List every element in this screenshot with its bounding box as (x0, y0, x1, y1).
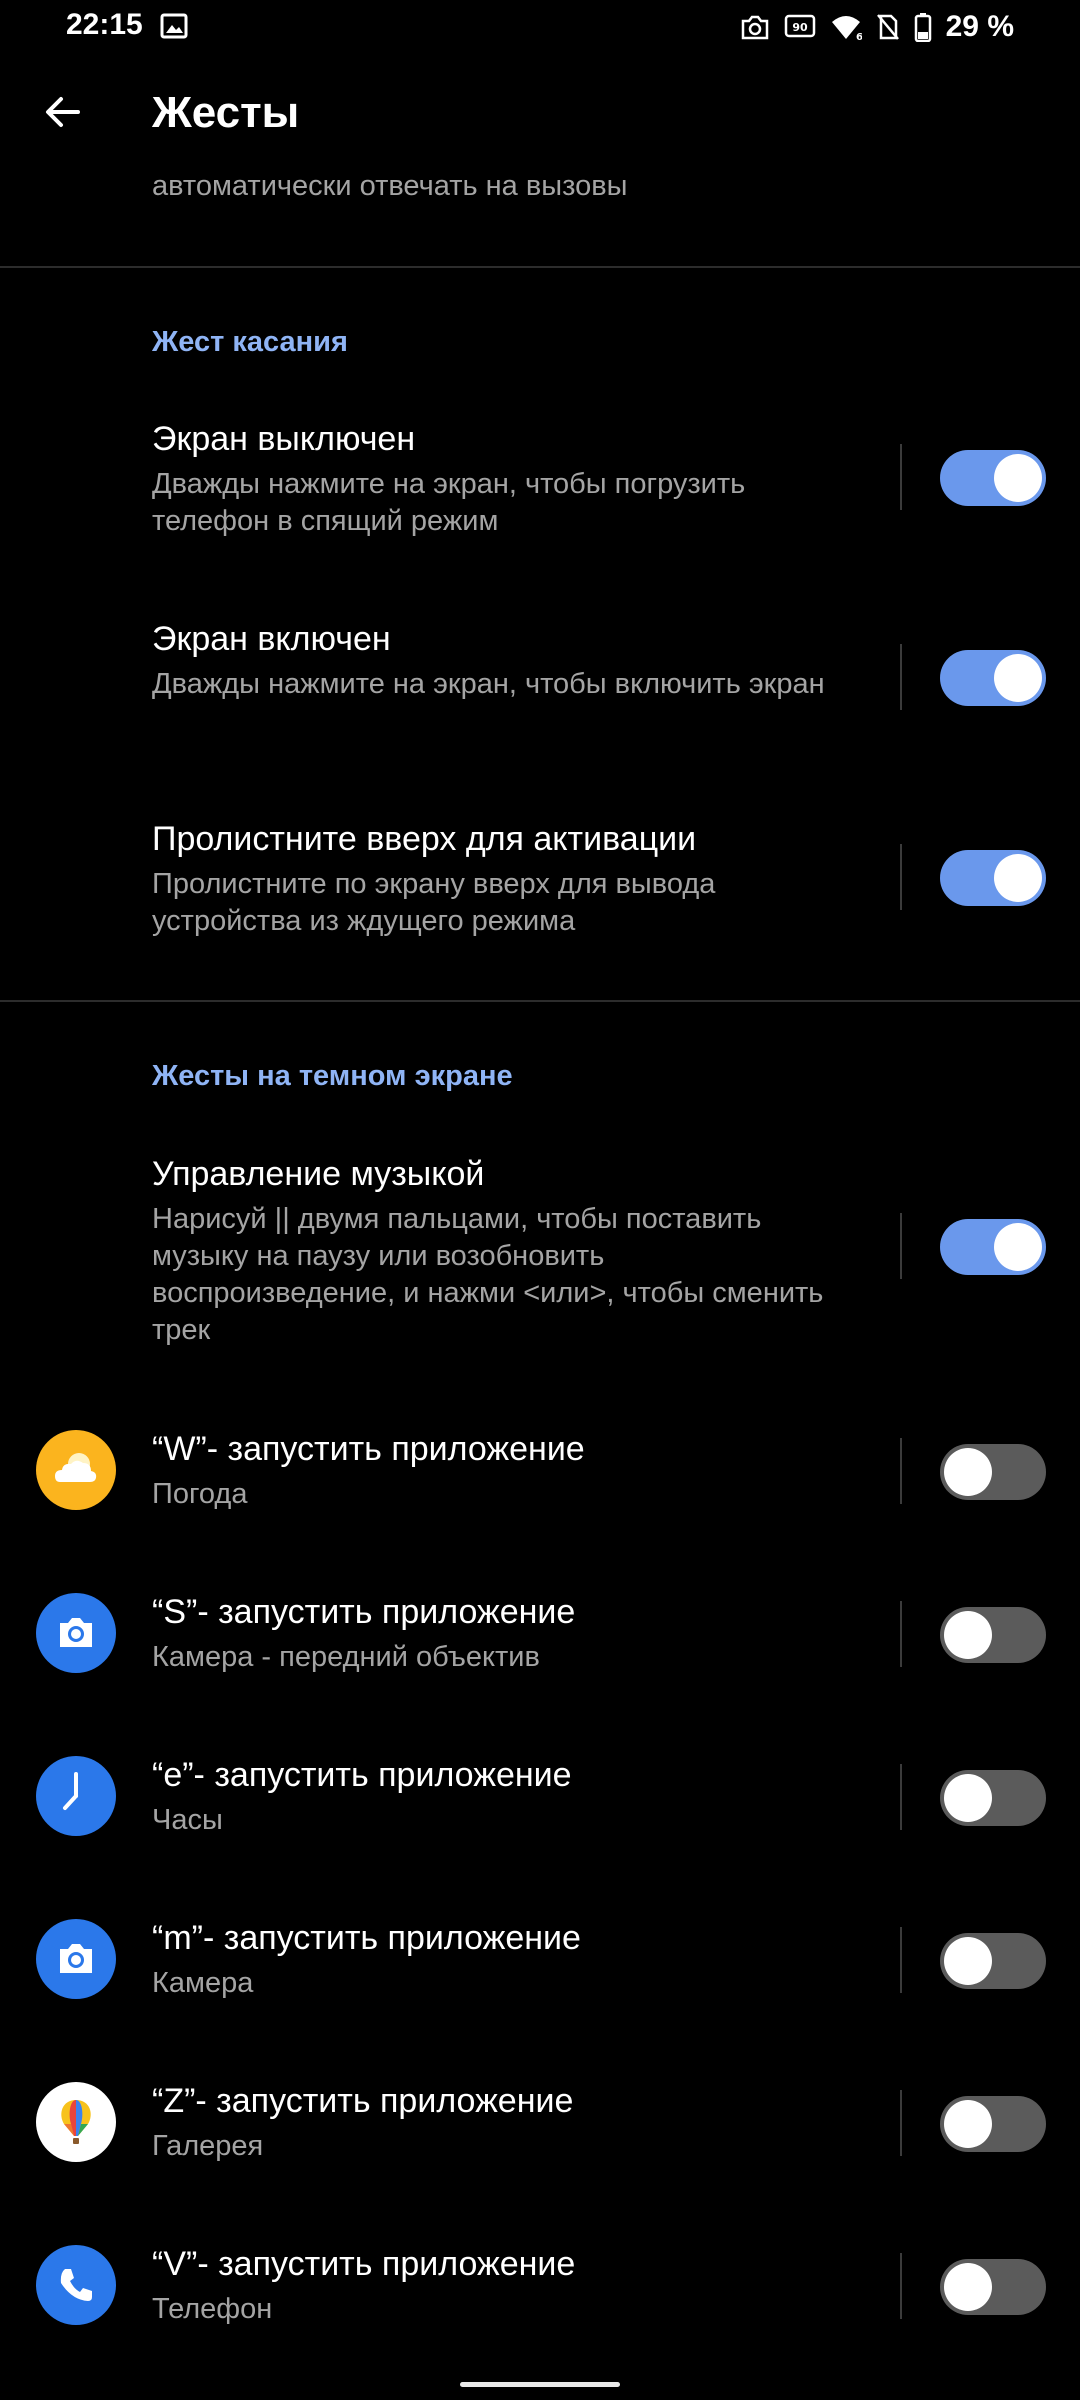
setting-title: “m”- запустить приложение (152, 1919, 581, 1957)
setting-title: “W”- запустить приложение (152, 1430, 585, 1468)
gesture-e-toggle[interactable] (940, 1770, 1046, 1826)
setting-row-screen-off[interactable]: Экран выключен Дважды нажмите на экран, … (0, 410, 1080, 570)
svg-text:90: 90 (792, 21, 808, 34)
back-button[interactable] (30, 80, 94, 144)
battery-percentage: 29 % (945, 10, 1014, 43)
gesture-z-toggle[interactable] (940, 2096, 1046, 2152)
previous-setting-summary: автоматически отвечать на вызовы (152, 170, 628, 202)
gesture-m-toggle[interactable] (940, 1933, 1046, 1989)
setting-summary: Пролистните по экрану вверх для вывода у… (152, 868, 716, 937)
row-divider (900, 1927, 902, 1993)
screenshot-icon (740, 13, 770, 41)
setting-summary: Телефон (152, 2293, 273, 2325)
row-divider (900, 1764, 902, 1830)
setting-title: “Z”- запустить приложение (152, 2082, 574, 2120)
row-divider (900, 2090, 902, 2156)
setting-row-swipe-up[interactable]: Пролистните вверх для активации Пролистн… (0, 810, 1080, 970)
section-header-touch-gesture: Жест касания (152, 326, 348, 358)
screen-off-toggle[interactable] (940, 450, 1046, 506)
screen-on-toggle[interactable] (940, 650, 1046, 706)
row-divider (900, 844, 902, 910)
setting-summary: Галерея (152, 2130, 264, 2162)
swipe-up-toggle[interactable] (940, 850, 1046, 906)
weather-icon (36, 1430, 116, 1510)
camera-icon (36, 1919, 116, 1999)
app-bar: Жесты (0, 70, 1080, 166)
home-indicator[interactable] (460, 2382, 620, 2387)
toggle-knob (994, 1223, 1042, 1271)
row-divider (900, 1213, 902, 1279)
page-title: Жесты (152, 88, 300, 137)
gesture-s-toggle[interactable] (940, 1607, 1046, 1663)
setting-title: Экран включен (152, 620, 391, 658)
phone-icon (36, 2245, 116, 2325)
toggle-knob (994, 454, 1042, 502)
gallery-balloon-icon (36, 2082, 116, 2162)
section-header-dark-screen-gestures: Жесты на темном экране (152, 1060, 513, 1092)
setting-row-gesture-v[interactable]: “V”- запустить приложение Телефон (0, 2229, 1080, 2349)
toggle-knob (994, 654, 1042, 702)
toggle-knob (944, 1611, 992, 1659)
music-control-toggle[interactable] (940, 1219, 1046, 1275)
setting-title: “S”- запустить приложение (152, 1593, 576, 1631)
setting-row-gesture-w[interactable]: “W”- запустить приложение Погода (0, 1414, 1080, 1534)
toggle-knob (944, 2100, 992, 2148)
toggle-knob (944, 1937, 992, 1985)
row-divider (900, 2253, 902, 2319)
setting-title: Управление музыкой (152, 1155, 485, 1193)
gallery-icon (160, 12, 188, 40)
setting-row-gesture-m[interactable]: “m”- запустить приложение Камера (0, 1903, 1080, 2023)
status-bar: 22:15 90 6 29 % (0, 0, 1080, 54)
status-icons: 90 6 29 % (740, 10, 1014, 44)
gesture-w-toggle[interactable] (940, 1444, 1046, 1500)
clock-icon (36, 1756, 116, 1836)
gestures-settings-screen: 22:15 90 6 29 % Жесты автоматически отве… (0, 0, 1080, 2400)
row-divider (900, 444, 902, 510)
toggle-knob (944, 1448, 992, 1496)
setting-summary: Камера - передний объектив (152, 1641, 540, 1673)
divider (0, 266, 1080, 268)
battery-icon (914, 12, 932, 42)
setting-title: “V”- запустить приложение (152, 2245, 576, 2283)
setting-row-screen-on[interactable]: Экран включен Дважды нажмите на экран, ч… (0, 610, 1080, 770)
status-time: 22:15 (66, 8, 143, 41)
toggle-knob (944, 2263, 992, 2311)
gesture-v-toggle[interactable] (940, 2259, 1046, 2315)
divider (0, 1000, 1080, 1002)
row-divider (900, 644, 902, 710)
setting-row-music-control[interactable]: Управление музыкой Нарисуй || двумя паль… (0, 1145, 1080, 1360)
svg-text:6: 6 (856, 32, 862, 41)
setting-row-gesture-z[interactable]: “Z”- запустить приложение Галерея (0, 2066, 1080, 2186)
row-divider (900, 1438, 902, 1504)
setting-summary: Дважды нажмите на экран, чтобы погрузить… (152, 468, 746, 537)
toggle-knob (944, 1774, 992, 1822)
no-sim-icon (876, 13, 900, 41)
camera-icon (36, 1593, 116, 1673)
setting-summary: Камера (152, 1967, 254, 1999)
arrow-back-icon (46, 97, 80, 127)
setting-summary: Часы (152, 1804, 223, 1836)
setting-summary: Погода (152, 1478, 248, 1510)
setting-title: Экран выключен (152, 420, 416, 458)
setting-title: “e”- запустить приложение (152, 1756, 572, 1794)
setting-summary: Дважды нажмите на экран, чтобы включить … (152, 668, 825, 700)
refresh-rate-icon: 90 (784, 13, 816, 41)
toggle-knob (994, 854, 1042, 902)
setting-title: Пролистните вверх для активации (152, 820, 697, 858)
setting-summary: Нарисуй || двумя пальцами, чтобы постави… (152, 1203, 824, 1346)
setting-row-gesture-e[interactable]: “e”- запустить приложение Часы (0, 1740, 1080, 1860)
wifi-icon: 6 (830, 13, 862, 41)
setting-row-gesture-s[interactable]: “S”- запустить приложение Камера - перед… (0, 1577, 1080, 1697)
row-divider (900, 1601, 902, 1667)
